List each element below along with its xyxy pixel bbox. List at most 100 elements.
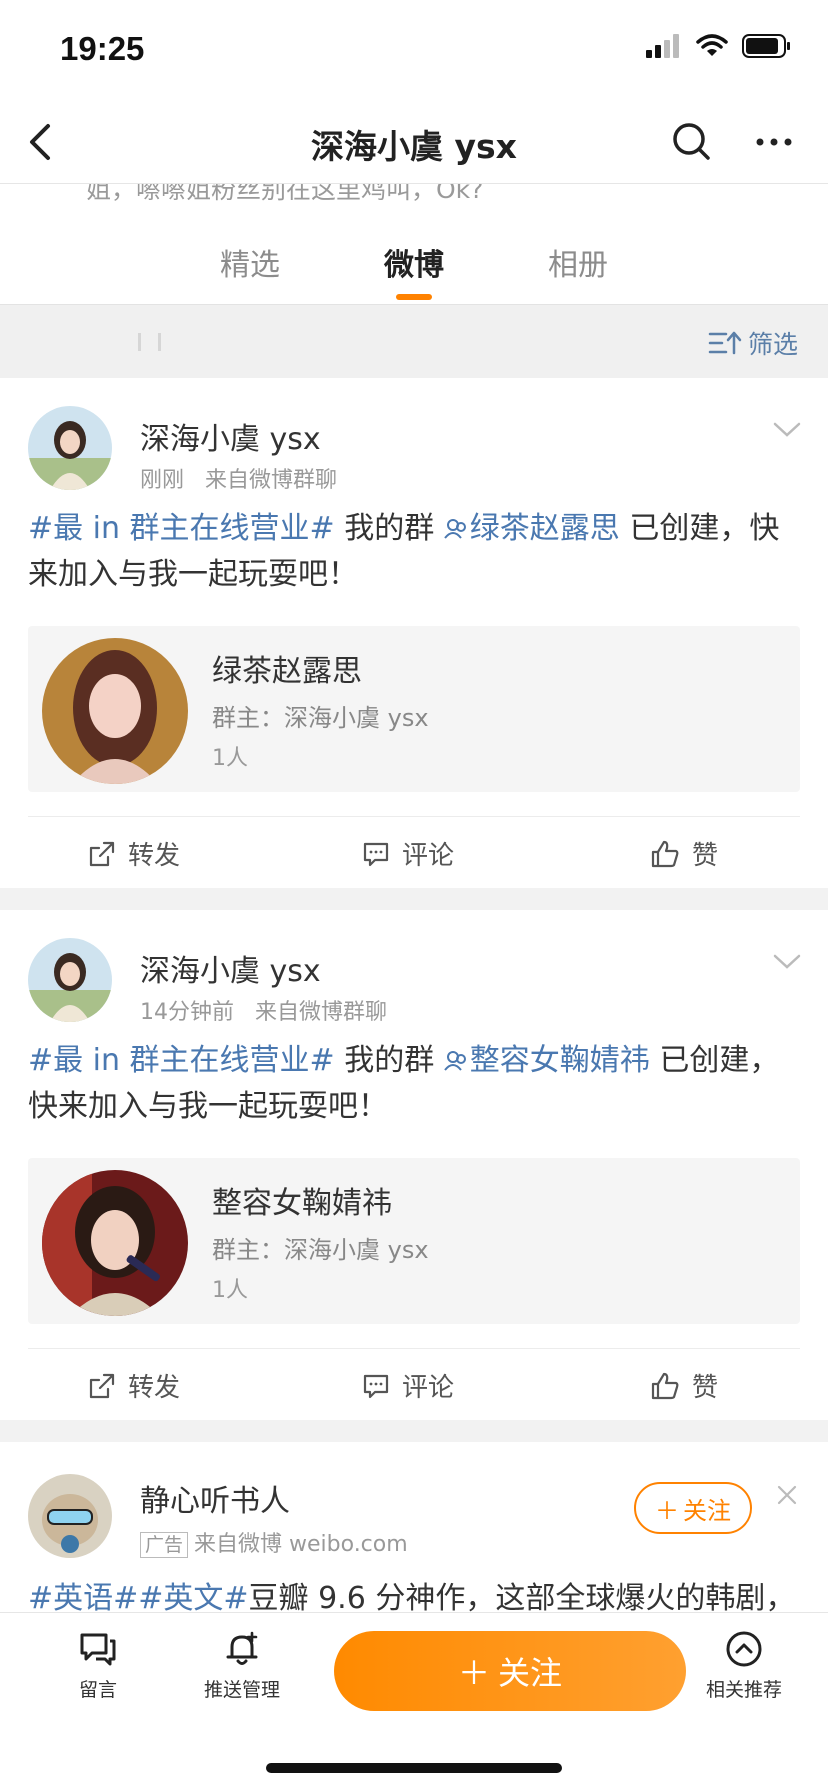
- status-icons: [646, 34, 792, 58]
- post-source: 来自微博 weibo.com: [194, 1532, 408, 1557]
- status-time: 19:25: [60, 30, 145, 67]
- message-label: 留言: [78, 1679, 117, 1701]
- post-actions: 转发 评论 赞: [28, 1348, 800, 1420]
- topic-link[interactable]: #最 in 群主在线营业#: [28, 1043, 335, 1078]
- repost-icon: [89, 841, 115, 866]
- related-recommend-button[interactable]: 相关推荐: [684, 1629, 804, 1702]
- post-meta: 广告 来自微博 weibo.com: [140, 1526, 408, 1558]
- post-text-part: 豆瓣 9.6 分神作，这部全球爆火的韩剧，: [248, 1581, 796, 1612]
- post-time: 刚刚: [140, 468, 185, 493]
- group-link[interactable]: 整容女鞠婧祎: [444, 1043, 650, 1078]
- repost-label: 转发: [128, 841, 181, 871]
- like-button[interactable]: 赞: [650, 835, 718, 872]
- comment-button[interactable]: 评论: [362, 835, 454, 872]
- tab-featured[interactable]: 精选: [220, 240, 280, 284]
- related-label: 相关推荐: [705, 1679, 782, 1701]
- weibo-profile-page: 19:25 深海小虞 ysx 姐，嚓嚓姐粉丝别在这里鸡叫，Ok? 精选 微博 相…: [0, 0, 828, 1792]
- weibo-post: 深海小虞 ysx 14分钟前 来自微博群聊 #最 in 群主在线营业# 我的群 …: [0, 910, 828, 1420]
- like-icon: [651, 1372, 679, 1399]
- message-button[interactable]: 留言: [38, 1629, 158, 1702]
- group-card[interactable]: 绿茶赵露思 群主：深海小虞 ysx 1人: [28, 626, 800, 792]
- push-label: 推送管理: [203, 1679, 280, 1701]
- home-indicator: [266, 1763, 562, 1773]
- comment-label: 评论: [402, 841, 455, 871]
- comment-icon: [363, 1374, 389, 1398]
- post-author[interactable]: 深海小虞 ysx: [140, 946, 321, 990]
- ad-follow-button[interactable]: ＋关注: [634, 1482, 752, 1534]
- filter-label: 筛选: [747, 330, 798, 359]
- bottom-action-bar: 留言 推送管理 ＋关注 相关推荐: [0, 1612, 828, 1792]
- post-text: #最 in 群主在线营业# 我的群 整容女鞠婧祎 已创建，快来加入与我一起玩耍吧…: [28, 1038, 800, 1130]
- post-author[interactable]: 静心听书人: [140, 1476, 290, 1520]
- nav-header: 深海小虞 ysx: [0, 100, 828, 184]
- like-label: 赞: [692, 1373, 719, 1403]
- like-label: 赞: [692, 841, 719, 871]
- post-text-part: 我的群: [334, 511, 444, 546]
- group-link-label: 整容女鞠婧祎: [469, 1043, 650, 1078]
- filter-button[interactable]: 筛选: [708, 325, 798, 361]
- repost-button[interactable]: 转发: [88, 835, 180, 872]
- chevron-up-circle-icon: [726, 1631, 762, 1667]
- chevron-down-icon[interactable]: [772, 952, 802, 972]
- tab-album[interactable]: 相册: [548, 240, 608, 284]
- avatar[interactable]: [28, 406, 112, 490]
- close-icon[interactable]: [776, 1484, 798, 1506]
- group-card[interactable]: 整容女鞠婧祎 群主：深海小虞 ysx 1人: [28, 1158, 800, 1324]
- group-member-count: 1人: [212, 746, 248, 771]
- comment-button[interactable]: 评论: [362, 1367, 454, 1404]
- profile-tabs: 精选 微博 相册: [0, 222, 828, 302]
- repost-button[interactable]: 转发: [88, 1367, 180, 1404]
- repost-icon: [89, 1373, 115, 1398]
- comment-label: 评论: [402, 1373, 455, 1403]
- group-icon: [444, 1051, 466, 1071]
- group-owner: 群主：深海小虞 ysx: [212, 704, 429, 732]
- loading-placeholder-icon: [138, 333, 161, 351]
- follow-label: 关注: [683, 1496, 731, 1525]
- chevron-down-icon[interactable]: [772, 420, 802, 440]
- post-source: 来自微博群聊: [254, 1000, 387, 1025]
- search-icon[interactable]: [668, 118, 716, 166]
- status-bar: 19:25: [0, 0, 828, 100]
- group-name: 绿茶赵露思: [212, 654, 362, 689]
- tab-active-indicator: [396, 294, 432, 300]
- ad-post: 静心听书人 广告 来自微博 weibo.com ＋关注 #英语##英文#豆瓣 9.…: [0, 1442, 828, 1612]
- post-text-part: 我的群: [334, 1043, 444, 1078]
- post-text: #英语##英文#豆瓣 9.6 分神作，这部全球爆火的韩剧，: [28, 1576, 800, 1612]
- ad-tag: 广告: [140, 1532, 189, 1558]
- plus-icon: ＋: [655, 1496, 679, 1525]
- group-icon: [444, 519, 466, 539]
- follow-label: 关注: [498, 1654, 563, 1692]
- post-separator: [0, 888, 828, 910]
- post-text: #最 in 群主在线营业# 我的群 绿茶赵露思 已创建，快来加入与我一起玩耍吧！: [28, 506, 800, 598]
- avatar[interactable]: [28, 1474, 112, 1558]
- like-button[interactable]: 赞: [650, 1367, 718, 1404]
- wifi-icon: [696, 34, 728, 56]
- tab-weibo[interactable]: 微博: [384, 240, 444, 284]
- follow-button[interactable]: ＋关注: [334, 1631, 686, 1711]
- group-owner: 群主：深海小虞 ysx: [212, 1236, 429, 1264]
- repost-label: 转发: [128, 1373, 181, 1403]
- post-meta: 14分钟前 来自微博群聊: [140, 994, 387, 1026]
- group-name: 整容女鞠婧祎: [212, 1186, 392, 1221]
- message-icon: [80, 1633, 116, 1666]
- group-member-count: 1人: [212, 1278, 248, 1303]
- avatar[interactable]: [28, 938, 112, 1022]
- group-avatar: [42, 638, 188, 784]
- battery-icon: [742, 34, 790, 58]
- post-separator: [0, 1420, 828, 1442]
- more-icon[interactable]: [750, 118, 798, 166]
- post-time: 14分钟前: [140, 1000, 234, 1025]
- post-author[interactable]: 深海小虞 ysx: [140, 414, 321, 458]
- signal-icon: [646, 34, 679, 58]
- group-link[interactable]: 绿茶赵露思: [444, 511, 620, 546]
- topic-link[interactable]: #英语##英文#: [28, 1581, 249, 1612]
- plus-icon: ＋: [457, 1654, 490, 1692]
- bell-icon: [226, 1631, 258, 1665]
- like-icon: [651, 840, 679, 867]
- push-settings-button[interactable]: 推送管理: [182, 1629, 302, 1702]
- post-source: 来自微博群聊: [205, 468, 338, 493]
- weibo-post: 深海小虞 ysx 刚刚 来自微博群聊 #最 in 群主在线营业# 我的群 绿茶赵…: [0, 378, 828, 888]
- group-avatar: [42, 1170, 188, 1316]
- topic-link[interactable]: #最 in 群主在线营业#: [28, 511, 335, 546]
- post-actions: 转发 评论 赞: [28, 816, 800, 888]
